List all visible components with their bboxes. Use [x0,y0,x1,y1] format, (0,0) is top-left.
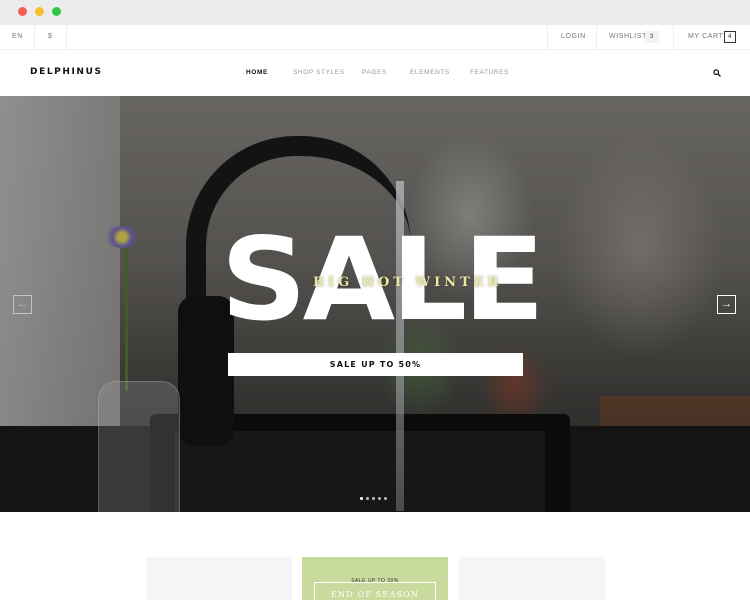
slider-dot[interactable] [384,497,387,500]
nav-item-home[interactable]: HOME [246,69,268,76]
promo-title: END OF SEASON [330,590,420,599]
slider-dot[interactable] [372,497,375,500]
main-navigation: DELPHINUS HOME SHOP STYLES PAGES ELEMENT… [0,50,750,96]
login-link[interactable]: LOGIN [561,25,586,49]
slider-dot[interactable] [366,497,369,500]
nav-item-elements[interactable]: ELEMENTS [410,69,450,76]
divider [547,25,548,49]
divider [34,25,35,49]
currency-selector[interactable]: $ [48,25,53,49]
hero-slider: SALE BIG HOT WINTER SALE UP TO 50% ← → [0,96,750,512]
nav-item-shop-styles[interactable]: SHOP STYLES [293,69,345,76]
top-bar: EN $ LOGIN WISHLIST 3 MY CART 4 [0,25,750,50]
wishlist-link[interactable]: WISHLIST [609,25,647,49]
arrow-right-icon: → [721,298,732,310]
hero-subtitle: BIG HOT WINTER [313,275,503,290]
nav-item-pages[interactable]: PAGES [362,69,387,76]
site-logo[interactable]: DELPHINUS [30,67,103,77]
divider [673,25,674,49]
slider-dot[interactable] [360,497,363,500]
promo-banner-middle[interactable]: SALE UP TO 30% END OF SEASON [302,557,448,600]
slider-prev-button[interactable]: ← [13,295,32,314]
nav-item-features[interactable]: FEATURES [470,69,509,76]
search-icon[interactable] [713,69,721,77]
cart-count-badge: 4 [724,31,736,43]
minimize-window-button[interactable] [35,7,44,16]
promo-banner-left[interactable] [146,557,292,600]
promo-banner-right[interactable] [459,557,605,600]
wishlist-count-badge: 3 [645,31,659,43]
divider [66,25,67,49]
language-selector[interactable]: EN [12,25,23,49]
arrow-left-icon: ← [17,298,28,310]
slider-dot[interactable] [378,497,381,500]
slider-next-button[interactable]: → [717,295,736,314]
maximize-window-button[interactable] [52,7,61,16]
cart-link[interactable]: MY CART [688,25,723,49]
browser-titlebar [0,0,750,25]
divider [596,25,597,49]
hero-cta-button[interactable]: SALE UP TO 50% [228,353,523,376]
close-window-button[interactable] [18,7,27,16]
